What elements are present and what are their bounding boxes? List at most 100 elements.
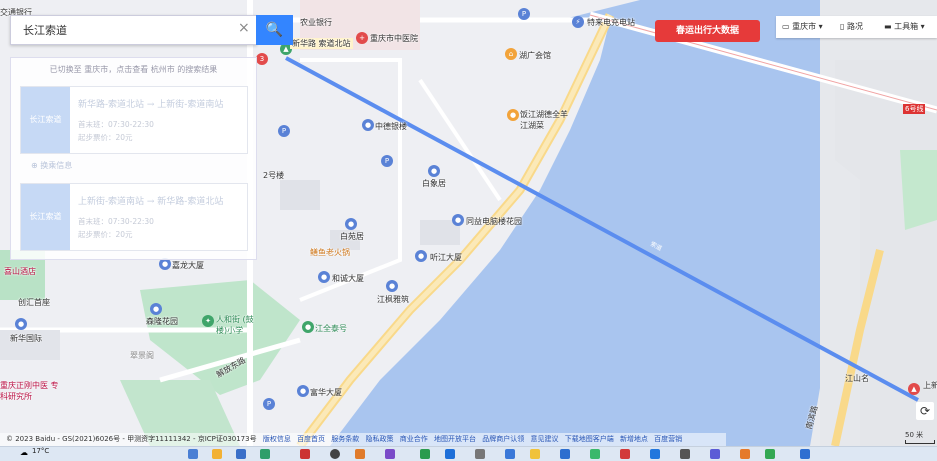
- map-footer: © 2023 Baidu - GS(2021)6026号 - 甲测资字11111…: [0, 433, 726, 446]
- taskbar-app-icon[interactable]: [680, 449, 690, 459]
- footer-link[interactable]: 服务条款: [331, 435, 359, 443]
- station-north-label[interactable]: 新华路 索道北站: [290, 38, 353, 49]
- building-icon: ●: [345, 218, 357, 230]
- route-card[interactable]: 长江索道 上新街-索道南站 → 新华路-索道北站 首末班：07:30-22:30…: [20, 183, 248, 251]
- map-label: 特来电充电站: [587, 18, 635, 27]
- taskbar-app-icon[interactable]: [710, 449, 720, 459]
- weather-icon: ☁: [20, 448, 28, 457]
- transfer-info-link[interactable]: ⊕ 换乘信息: [31, 160, 72, 171]
- taskbar-app-icon[interactable]: [330, 449, 340, 459]
- transfer-label: 换乘信息: [40, 161, 73, 170]
- map-label: 和诚大厦: [332, 274, 364, 283]
- building-icon: ●: [415, 250, 427, 262]
- taskbar-app-icon[interactable]: [475, 449, 485, 459]
- building-icon: ●: [386, 280, 398, 292]
- clear-search-icon[interactable]: ×: [238, 20, 250, 36]
- footer-link[interactable]: 品牌商户认领: [482, 435, 524, 443]
- transfer-icon: ⊕: [31, 161, 41, 170]
- route-card[interactable]: 长江索道 新华路-索道北站 → 上新街-索道南站 首末班：07:30-22:30…: [20, 86, 248, 154]
- traffic-button[interactable]: ▯ 路况: [840, 21, 863, 32]
- taskbar-app-icon[interactable]: [300, 449, 310, 459]
- station-south-marker[interactable]: ▲: [908, 383, 920, 395]
- map-label: 新华国际: [10, 334, 42, 343]
- taskbar-app-icon[interactable]: [212, 449, 222, 459]
- footer-link[interactable]: 版权信息: [263, 435, 291, 443]
- scale-label: 50 米: [905, 431, 924, 439]
- taskbar-app-icon[interactable]: [236, 449, 246, 459]
- footer-link[interactable]: 地图开放平台: [434, 435, 476, 443]
- route-price: 起步票价：20元: [78, 230, 133, 239]
- taskbar-app-icon[interactable]: [620, 449, 630, 459]
- map-label: 2号楼: [263, 171, 285, 180]
- search-results-panel: 已切换至 重庆市，点击查看 杭州市 的搜索结果 长江索道 新华路-索道北站 → …: [10, 57, 257, 260]
- building-icon: ●: [297, 385, 309, 397]
- metro-line-label: 6号线: [903, 104, 926, 114]
- weather-temp: 17°C: [32, 447, 50, 455]
- building-icon: ●: [15, 318, 27, 330]
- copyright-text: © 2023 Baidu - GS(2021)6026号 - 甲测资字11111…: [6, 435, 257, 443]
- refresh-icon[interactable]: ⟳: [916, 402, 934, 420]
- map-label: 重庆市中医院: [370, 34, 418, 43]
- city-icon: ▭: [782, 22, 793, 31]
- map-label: 农业银行: [300, 18, 332, 27]
- map-label: 上新街: [923, 381, 937, 390]
- taskbar-app-icon[interactable]: [188, 449, 198, 459]
- charging-icon: ⚡: [572, 16, 584, 28]
- taskbar-app-icon[interactable]: [530, 449, 540, 459]
- footer-link[interactable]: 下载地图客户端: [565, 435, 614, 443]
- taskbar-app-icon[interactable]: [650, 449, 660, 459]
- map-label: 饭江湖德全羊 江湖菜: [520, 110, 568, 130]
- taskbar-app-icon[interactable]: [765, 449, 775, 459]
- spring-travel-banner[interactable]: 春运出行大数据: [655, 20, 760, 42]
- taskbar-app-icon[interactable]: [560, 449, 570, 459]
- taskbar-app-icon[interactable]: [355, 449, 365, 459]
- route-name: 上新街-索道南站 → 新华路-索道北站: [78, 197, 224, 207]
- footer-link[interactable]: 新增地点: [620, 435, 648, 443]
- shop-icon: ●: [302, 321, 314, 333]
- search-button[interactable]: 🔍: [256, 15, 293, 45]
- restaurant-icon: ●: [507, 109, 519, 121]
- route-tag: 长江索道: [21, 184, 70, 250]
- building-icon: ●: [150, 303, 162, 315]
- city-selector[interactable]: ▭ 重庆市 ▾: [782, 21, 823, 32]
- footer-link[interactable]: 隐私政策: [366, 435, 394, 443]
- taskbar-app-icon[interactable]: [260, 449, 270, 459]
- map-label: 江全泰号: [315, 324, 347, 333]
- route-tag: 长江索道: [21, 87, 70, 153]
- parking-icon: P: [278, 125, 290, 137]
- map-label: 同益电脑楼花园: [466, 217, 522, 226]
- map-label: 湖广会馆: [519, 51, 551, 60]
- taskbar-app-icon[interactable]: [385, 449, 395, 459]
- route-name: 新华路-索道北站 → 上新街-索道南站: [78, 100, 224, 110]
- footer-link[interactable]: 百度首页: [297, 435, 325, 443]
- footer-link[interactable]: 意见建议: [530, 435, 558, 443]
- map-label: 喜山酒店: [4, 267, 36, 276]
- taskbar-app-icon[interactable]: [800, 449, 810, 459]
- toolbox-icon: ▬: [884, 22, 895, 31]
- footer-link[interactable]: 商业合作: [400, 435, 428, 443]
- map-label: 翠景阁: [130, 351, 154, 360]
- footer-link[interactable]: 百度营销: [654, 435, 682, 443]
- route-hours: 首末班：07:30-22:30: [78, 217, 154, 226]
- traffic-light-icon: ▯: [840, 22, 847, 31]
- route-price: 起步票价：20元: [78, 133, 133, 142]
- toolbox-button[interactable]: ▬ 工具箱 ▾: [884, 21, 925, 32]
- map-toolbar: ▭ 重庆市 ▾ ▯ 路况 ▬ 工具箱 ▾: [776, 16, 937, 38]
- search-input[interactable]: [21, 22, 225, 37]
- taskbar-app-icon[interactable]: [590, 449, 600, 459]
- map-label: 重庆正刚中医 专科研究所: [0, 381, 59, 401]
- os-taskbar: ☁ 17°C: [0, 446, 937, 461]
- taskbar-app-icon[interactable]: [740, 449, 750, 459]
- search-icon: 🔍: [265, 22, 284, 38]
- result-marker-3[interactable]: 3: [256, 53, 268, 65]
- taskbar-app-icon[interactable]: [445, 449, 455, 459]
- taskbar-app-icon[interactable]: [505, 449, 515, 459]
- map-label: 富华大厦: [310, 388, 342, 397]
- hospital-icon: +: [356, 32, 368, 44]
- search-box: ×: [10, 15, 257, 45]
- map-label: 鳝鱼老火锅: [310, 248, 350, 257]
- map-label: 创汇首座: [18, 298, 50, 307]
- city-switch-notice[interactable]: 已切换至 重庆市，点击查看 杭州市 的搜索结果: [11, 64, 256, 75]
- taskbar-app-icon[interactable]: [420, 449, 430, 459]
- landmark-icon: ⌂: [505, 48, 517, 60]
